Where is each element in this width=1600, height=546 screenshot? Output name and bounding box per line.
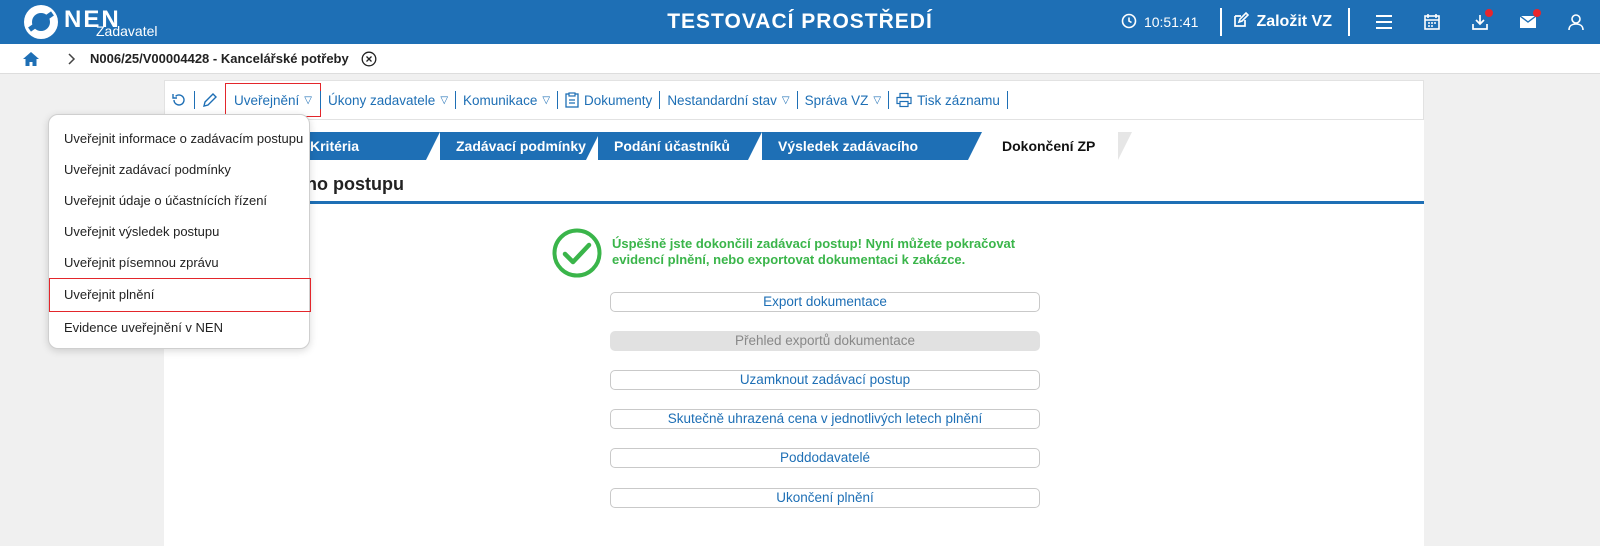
session-clock: 10:51:41 <box>1121 13 1199 32</box>
menu-icon <box>1376 15 1392 29</box>
mail-button[interactable] <box>1504 0 1552 44</box>
toolbar-divider <box>888 91 890 109</box>
create-vz-label: Založit VZ <box>1256 13 1332 30</box>
breadcrumb: N006/25/V00004428 - Kancelářské potřeby <box>0 44 1600 74</box>
refresh-button[interactable] <box>171 92 187 108</box>
toolbar-publication-menu[interactable]: Uveřejnění ▽ <box>225 83 321 117</box>
lock-procedure-button[interactable]: Uzamknout zadávací postup <box>610 370 1040 390</box>
tab-participant-submissions[interactable]: Podání účastníků ZP <box>598 132 762 182</box>
toolbar-communication-menu[interactable]: Komunikace ▽ <box>463 93 550 108</box>
calendar-icon <box>1424 14 1440 30</box>
paid-price-by-year-button[interactable]: Skutečně uhrazená cena v jednotlivých le… <box>610 409 1040 429</box>
toolbar-divider <box>557 91 559 109</box>
pencil-icon <box>203 93 217 107</box>
toolbar-divider <box>796 91 798 109</box>
menu-item-publish-tender-conditions[interactable]: Uveřejnit zadávací podmínky <box>49 154 311 185</box>
subcontractors-button[interactable]: Poddodavatelé <box>610 448 1040 468</box>
caret-down-icon: ▽ <box>440 94 449 106</box>
publication-dropdown: Uveřejnit informace o zadávacím postupu … <box>48 114 311 349</box>
menu-item-publish-result[interactable]: Uveřejnit výsledek postupu <box>49 216 311 247</box>
user-button[interactable] <box>1552 0 1600 44</box>
toolbar-label: Uveřejnění <box>234 92 300 108</box>
toolbar-print-record-button[interactable]: Tisk záznamu <box>896 92 1000 108</box>
clock-time: 10:51:41 <box>1143 14 1199 30</box>
main-panel: Uveřejnění ▽ Úkony zadavatele ▽ Komunikace… <box>164 80 1424 546</box>
menu-item-publish-written-report[interactable]: Uveřejnit písemnou zprávu <box>49 247 311 278</box>
notification-dot <box>1485 9 1493 17</box>
section-title: cího postupu <box>164 174 1424 204</box>
toolbar-label: Komunikace <box>463 92 538 108</box>
menu-item-publish-procedure-info[interactable]: Uveřejnit informace o zadávacím postupu <box>49 123 311 154</box>
breadcrumb-title: N006/25/V00004428 - Kancelářské potřeby <box>90 51 349 66</box>
record-toolbar: Uveřejnění ▽ Úkony zadavatele ▽ Komunikace… <box>164 80 1424 120</box>
caret-down-icon: ▽ <box>542 94 551 106</box>
tab-procedure-result[interactable]: Výsledek zadávacího postupu <box>762 132 982 182</box>
toolbar-label: Správa VZ <box>804 92 869 108</box>
clock-icon <box>1121 13 1137 32</box>
notification-dot <box>1533 9 1541 17</box>
success-message: Úspěšně jste dokončili zadávací postup! … <box>552 228 1052 283</box>
divider <box>1220 8 1223 36</box>
toolbar-divider <box>320 91 321 109</box>
nen-logo-icon <box>24 5 58 39</box>
clipboard-icon <box>565 92 579 108</box>
check-circle-icon <box>552 228 602 283</box>
download-button[interactable] <box>1456 0 1504 44</box>
edit-record-button[interactable] <box>202 92 218 108</box>
home-button[interactable] <box>22 51 40 67</box>
toolbar-label: Dokumenty <box>584 92 653 108</box>
close-record-button[interactable] <box>361 51 377 67</box>
record-tabs: Kritéria hodnocení Zadávací podmínky Pod… <box>164 132 1424 182</box>
home-icon <box>23 51 39 66</box>
menu-item-publication-records[interactable]: Evidence uveřejnění v NEN <box>49 312 311 343</box>
edit-icon <box>1232 11 1250 34</box>
calendar-button[interactable] <box>1408 0 1456 44</box>
tab-tender-conditions[interactable]: Zadávací podmínky <box>440 132 600 160</box>
mail-icon <box>1519 15 1537 28</box>
toolbar-nonstandard-state-menu[interactable]: Nestandardní stav ▽ <box>667 93 789 108</box>
end-fulfillment-button[interactable]: Ukončení plnění <box>610 488 1040 508</box>
create-vz-button[interactable]: Založit VZ <box>1232 11 1332 34</box>
toolbar-label: Tisk záznamu <box>917 92 1000 108</box>
user-icon <box>1568 14 1584 31</box>
caret-down-icon: ▽ <box>304 94 312 106</box>
tab-evaluation-criteria[interactable]: Kritéria hodnocení <box>294 132 440 182</box>
toolbar-contracting-actions-menu[interactable]: Úkony zadavatele ▽ <box>328 93 448 108</box>
toolbar-vz-management-menu[interactable]: Správa VZ ▽ <box>805 93 881 108</box>
logo-subtitle: Zadavatel <box>96 23 158 39</box>
tab-label: Dokončení ZP <box>1002 138 1096 154</box>
export-overview-button: Přehled exportů dokumentace <box>610 331 1040 351</box>
divider <box>1348 8 1350 36</box>
toolbar-label: Nestandardní stav <box>667 92 777 108</box>
toolbar-divider <box>1006 91 1008 109</box>
menu-item-publish-fulfillment[interactable]: Uveřejnit plnění <box>49 278 311 312</box>
toolbar-divider <box>659 91 661 109</box>
tab-procedure-completion[interactable]: Dokončení ZP <box>982 132 1132 160</box>
refresh-icon <box>172 94 185 106</box>
toolbar-divider <box>455 91 457 109</box>
caret-down-icon: ▽ <box>781 94 790 106</box>
printer-icon <box>896 92 912 108</box>
tab-label: Zadávací podmínky <box>456 138 586 154</box>
export-documentation-button[interactable]: Export dokumentace <box>610 292 1040 312</box>
caret-down-icon: ▽ <box>873 94 882 106</box>
menu-button[interactable] <box>1360 0 1408 44</box>
success-text: Úspěšně jste dokončili zadávací postup! … <box>612 236 1016 267</box>
chevron-right-icon <box>68 52 76 65</box>
toolbar-label: Úkony zadavatele <box>328 92 436 108</box>
close-circle-icon <box>361 51 377 66</box>
toolbar-divider <box>194 91 195 109</box>
top-bar: NEN Zadavatel TESTOVACÍ PROSTŘEDÍ 10:51:… <box>0 0 1600 44</box>
menu-item-publish-participants[interactable]: Uveřejnit údaje o účastnících řízení <box>49 185 311 216</box>
toolbar-documents-button[interactable]: Dokumenty <box>565 92 652 108</box>
